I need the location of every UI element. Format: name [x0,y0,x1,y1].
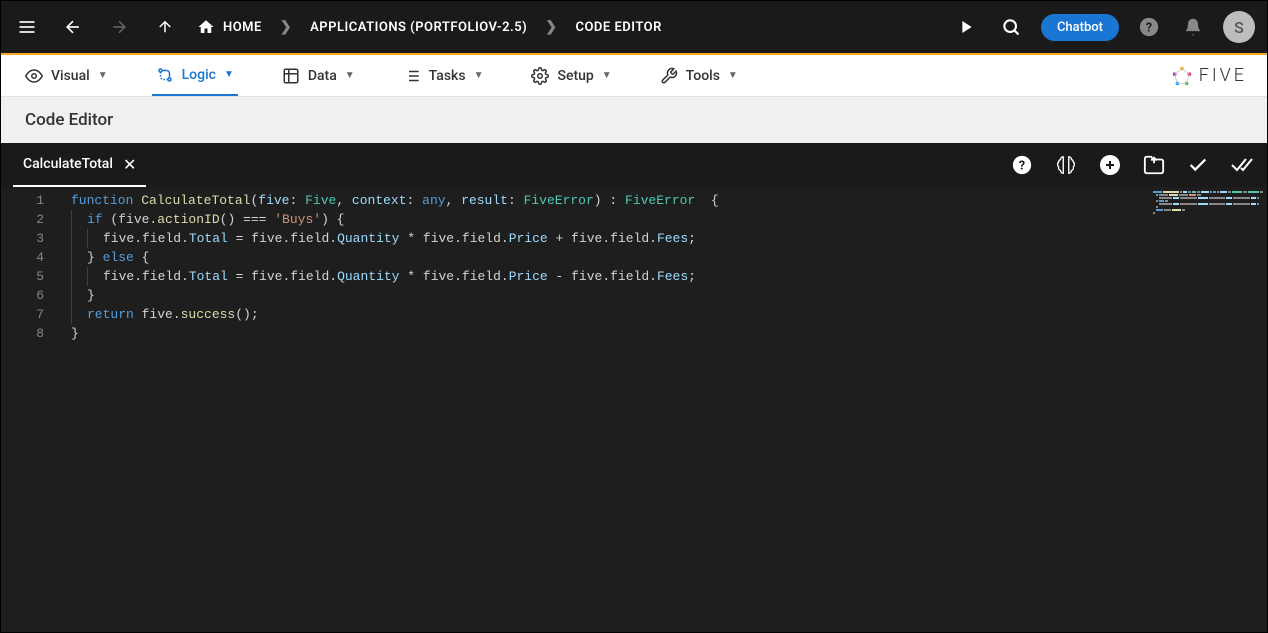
add-circle-icon[interactable] [1097,152,1123,178]
menu-tools[interactable]: Tools ▼ [656,57,742,95]
logic-icon [156,66,174,84]
line-number: 2 [1,210,44,229]
line-number: 8 [1,324,44,343]
help-icon[interactable]: ? [1135,13,1163,41]
breadcrumb-home-label: HOME [223,20,262,35]
list-icon [403,67,421,85]
up-arrow-icon[interactable] [151,13,179,41]
menu-tasks-label: Tasks [429,68,466,84]
dropdown-arrow-icon: ▼ [728,70,738,81]
line-number: 5 [1,267,44,286]
code-line[interactable]: five.field.Total = five.field.Quantity *… [71,267,1267,286]
menu-logic-label: Logic [182,67,216,83]
search-icon[interactable] [997,13,1025,41]
line-number: 6 [1,286,44,305]
breadcrumb-applications-label: APPLICATIONS (PORTFOLIOV-2.5) [310,20,527,35]
menu-visual-label: Visual [51,68,90,84]
code-editor[interactable]: 12345678 function CalculateTotal(five: F… [1,187,1267,632]
line-number: 4 [1,248,44,267]
table-icon [282,67,300,85]
back-arrow-icon[interactable] [59,13,87,41]
eye-icon [25,67,43,85]
line-gutter: 12345678 [1,187,56,632]
menu-setup[interactable]: Setup ▼ [527,57,615,95]
logo-text: FIVE [1199,65,1247,86]
breadcrumb-applications[interactable]: APPLICATIONS (PORTFOLIOV-2.5) [310,20,527,35]
chatbot-button[interactable]: Chatbot [1041,14,1119,41]
breadcrumb-home[interactable]: HOME [197,18,262,36]
line-number: 7 [1,305,44,324]
double-check-icon[interactable] [1229,152,1255,178]
home-icon [197,18,215,36]
check-icon[interactable] [1185,152,1211,178]
tools-icon [660,67,678,85]
topbar-right: Chatbot ? S [953,11,1255,43]
help-circle-icon[interactable]: ? [1009,152,1035,178]
breadcrumb-editor-label: CODE EDITOR [575,20,661,35]
topbar: HOME ❯ APPLICATIONS (PORTFOLIOV-2.5) ❯ C… [1,1,1267,55]
code-line[interactable]: } [71,286,1267,305]
folder-open-icon[interactable] [1141,152,1167,178]
code-line[interactable]: if (five.actionID() === 'Buys') { [71,210,1267,229]
dropdown-arrow-icon: ▼ [345,70,355,81]
chevron-right-icon: ❯ [545,19,557,35]
page-title-bar: Code Editor [1,97,1267,143]
menu-tasks[interactable]: Tasks ▼ [399,57,488,95]
menu-tools-label: Tools [686,68,720,84]
dropdown-arrow-icon: ▼ [474,70,484,81]
dropdown-arrow-icon: ▼ [602,70,612,81]
chevron-right-icon: ❯ [280,19,292,35]
dropdown-arrow-icon: ▼ [224,69,234,80]
breadcrumb: HOME ❯ APPLICATIONS (PORTFOLIOV-2.5) ❯ C… [197,18,662,36]
brain-icon[interactable] [1053,152,1079,178]
menubar: Visual ▼ Logic ▼ Data ▼ Tasks ▼ Setup ▼ … [1,55,1267,97]
forward-arrow-icon [105,13,133,41]
avatar[interactable]: S [1223,11,1255,43]
close-icon[interactable]: ✕ [123,155,136,174]
five-logo-icon [1171,65,1193,87]
line-number: 1 [1,191,44,210]
editor-tab[interactable]: CalculateTotal ✕ [13,143,146,187]
code-line[interactable]: } [71,324,1267,343]
code-line[interactable]: } else { [71,248,1267,267]
line-number: 3 [1,229,44,248]
editor-actions: ? [1009,152,1255,178]
editor-tabbar: CalculateTotal ✕ ? [1,143,1267,187]
menu-visual[interactable]: Visual ▼ [21,57,112,95]
menu-setup-label: Setup [557,68,593,84]
hamburger-menu-icon[interactable] [13,13,41,41]
breadcrumb-editor[interactable]: CODE EDITOR [575,20,661,35]
bell-icon[interactable] [1179,13,1207,41]
svg-text:?: ? [1019,159,1025,174]
play-icon[interactable] [953,13,981,41]
svg-text:?: ? [1146,21,1152,36]
menu-logic[interactable]: Logic ▼ [152,56,238,96]
code-line[interactable]: return five.success(); [71,305,1267,324]
code-line[interactable]: five.field.Total = five.field.Quantity *… [71,229,1267,248]
gear-icon [531,67,549,85]
menu-data[interactable]: Data ▼ [278,57,359,95]
dropdown-arrow-icon: ▼ [98,70,108,81]
page-title: Code Editor [25,110,113,130]
logo: FIVE [1171,65,1247,87]
code-line[interactable]: function CalculateTotal(five: Five, cont… [71,191,1267,210]
code-area[interactable]: function CalculateTotal(five: Five, cont… [56,187,1267,632]
editor-tab-label: CalculateTotal [23,156,113,172]
minimap[interactable] [1153,191,1263,211]
topbar-left: HOME ❯ APPLICATIONS (PORTFOLIOV-2.5) ❯ C… [13,13,662,41]
menu-data-label: Data [308,68,337,84]
